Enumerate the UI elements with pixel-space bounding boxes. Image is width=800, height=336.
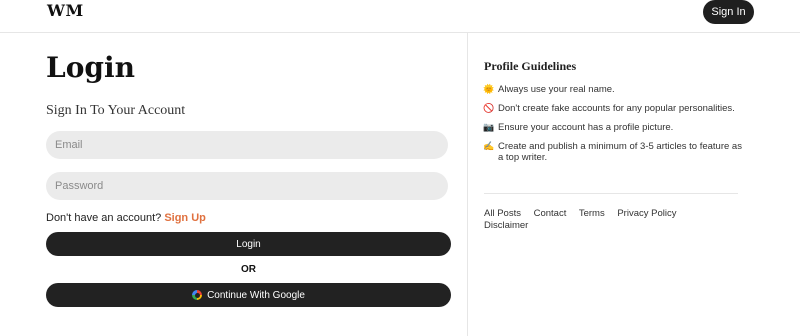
login-button[interactable]: Login bbox=[46, 232, 451, 256]
guideline-item: ✍️ Create and publish a minimum of 3-5 a… bbox=[483, 141, 742, 163]
email-input[interactable] bbox=[46, 131, 448, 159]
page-title: Login bbox=[46, 51, 135, 84]
footer-links: All Posts Contact Terms Privacy Policy D… bbox=[484, 208, 714, 232]
footer-link-all-posts[interactable]: All Posts bbox=[484, 208, 521, 219]
guidelines-title: Profile Guidelines bbox=[484, 59, 577, 73]
footer-link-privacy-policy[interactable]: Privacy Policy bbox=[617, 208, 676, 219]
no-account-text: Don't have an account? bbox=[46, 212, 162, 224]
top-nav: WM Sign In bbox=[0, 0, 800, 33]
guidelines-list: 🌞 Always use your real name. 🚫 Don't cre… bbox=[483, 84, 745, 171]
vertical-divider bbox=[467, 33, 468, 336]
site-logo[interactable]: WM bbox=[47, 1, 84, 20]
login-subtitle: Sign In To Your Account bbox=[46, 103, 186, 118]
footer-link-terms[interactable]: Terms bbox=[579, 208, 605, 219]
no-entry-icon: 🚫 bbox=[483, 103, 495, 113]
guideline-item: 🌞 Always use your real name. bbox=[483, 84, 615, 95]
sign-up-link[interactable]: Sign Up bbox=[164, 212, 206, 224]
signup-prompt: Don't have an account? Sign Up bbox=[46, 212, 206, 224]
sun-icon: 🌞 bbox=[483, 84, 495, 94]
sign-in-button[interactable]: Sign In bbox=[703, 0, 754, 24]
google-login-button[interactable]: Continue With Google bbox=[46, 283, 451, 307]
horizontal-divider bbox=[484, 193, 738, 194]
camera-icon: 📷 bbox=[483, 122, 495, 132]
guideline-item: 🚫 Don't create fake accounts for any pop… bbox=[483, 103, 735, 114]
google-icon bbox=[192, 290, 203, 300]
google-button-label: Continue With Google bbox=[207, 289, 305, 301]
login-button-label: Login bbox=[236, 238, 261, 250]
writing-hand-icon: ✍️ bbox=[483, 141, 495, 151]
footer-link-disclaimer[interactable]: Disclaimer bbox=[484, 220, 528, 231]
or-separator: OR bbox=[241, 264, 256, 275]
guideline-item: 📷 Ensure your account has a profile pict… bbox=[483, 122, 674, 133]
footer-link-contact[interactable]: Contact bbox=[534, 208, 567, 219]
password-input[interactable] bbox=[46, 172, 448, 200]
